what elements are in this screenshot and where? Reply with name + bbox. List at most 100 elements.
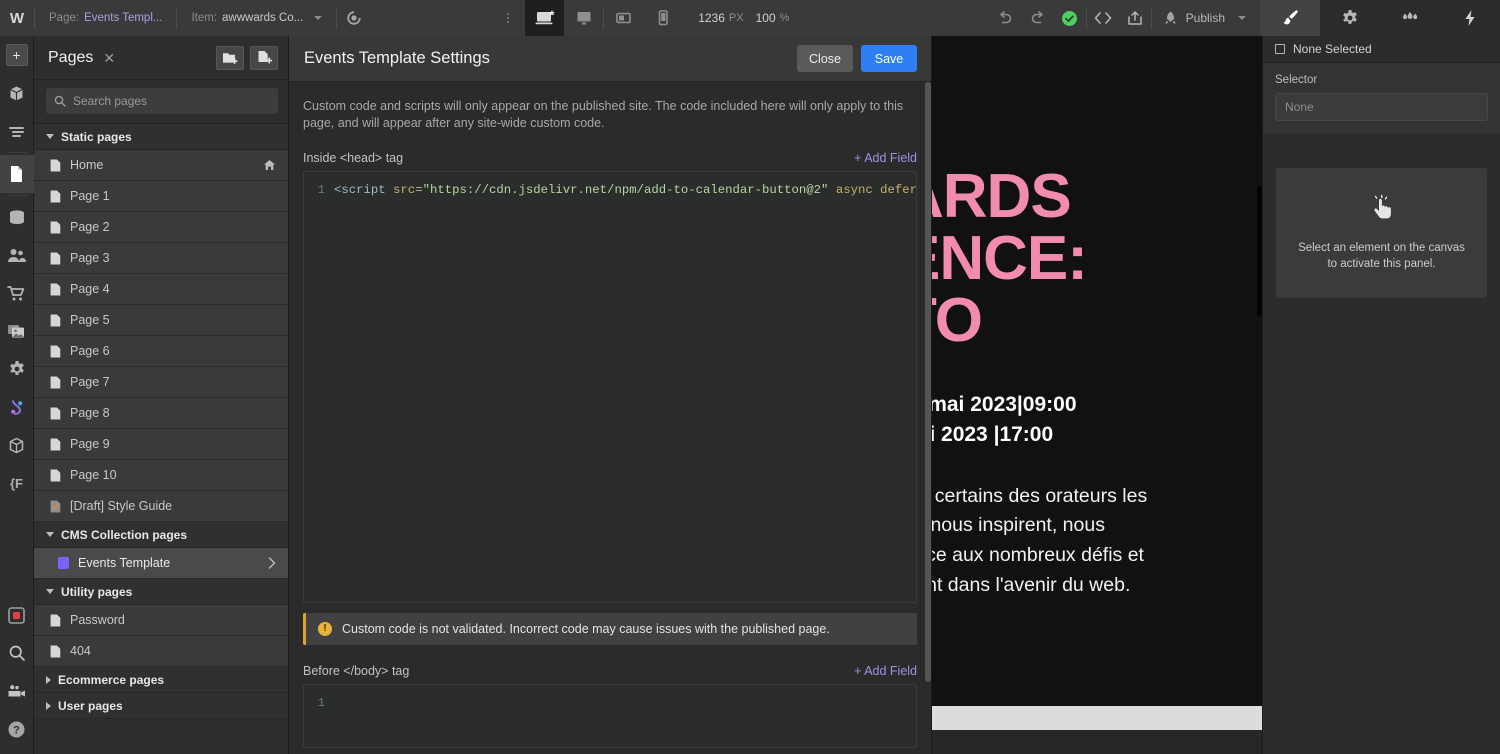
page-item-label: Page 2: [70, 220, 110, 234]
pages-button[interactable]: [0, 155, 34, 193]
saved-check-icon: [1062, 10, 1078, 26]
tablet-breakpoint[interactable]: [604, 0, 643, 36]
style-panel-tab[interactable]: [1260, 0, 1320, 36]
cms-button[interactable]: [0, 198, 34, 236]
chevron-right-icon[interactable]: [268, 557, 276, 569]
video-tutorial-button[interactable]: [0, 672, 34, 710]
page-selector[interactable]: Page: Events Templ...: [35, 0, 176, 36]
users-button[interactable]: [0, 236, 34, 274]
variables-button[interactable]: {F: [0, 464, 34, 502]
pages-list[interactable]: Static pages Home Page 1 Page 2 Page 3 P…: [34, 124, 288, 754]
water-drops-icon: [1403, 12, 1418, 20]
selection-status-bar[interactable]: None Selected: [1263, 36, 1500, 63]
save-status-indicator[interactable]: [1054, 0, 1086, 36]
page-item-page-2[interactable]: Page 2: [34, 212, 288, 243]
page-icon: [50, 614, 61, 626]
modal-scrollbar[interactable]: [925, 82, 931, 754]
pages-group-label: Ecommerce pages: [58, 672, 165, 687]
pages-group-static[interactable]: Static pages: [34, 124, 288, 150]
pages-group-ecommerce[interactable]: Ecommerce pages: [34, 667, 288, 693]
share-export-icon: [1127, 11, 1142, 25]
code-content[interactable]: <script src="https://cdn.jsdelivr.net/np…: [334, 180, 916, 200]
viewport-zoom-readout[interactable]: 1236 PX 100 %: [682, 0, 805, 36]
settings-panel-tab[interactable]: [1320, 0, 1380, 36]
webflow-logo[interactable]: W: [0, 0, 34, 36]
close-button[interactable]: Close: [797, 45, 853, 72]
hero-section: ARDS ENCE: TO 03 mai 2023|09:00 mai 2023…: [899, 166, 1262, 600]
body-code-editor[interactable]: 1: [303, 683, 917, 748]
item-selector[interactable]: Item: awwwards Co...: [177, 0, 336, 36]
page-selector-label: Page:: [49, 12, 80, 24]
share-button[interactable]: [1119, 0, 1151, 36]
page-item-404[interactable]: 404: [34, 636, 288, 667]
audit-button[interactable]: [0, 388, 34, 426]
desktop-star-icon: [535, 10, 555, 25]
mobile-icon: [658, 10, 668, 26]
search-box[interactable]: [46, 88, 278, 114]
search-button[interactable]: [0, 634, 34, 672]
page-item-page-3[interactable]: Page 3: [34, 243, 288, 274]
page-item-page-1[interactable]: Page 1: [34, 181, 288, 212]
new-folder-button[interactable]: [216, 45, 244, 70]
new-page-button[interactable]: [250, 45, 278, 70]
desktop-large-breakpoint[interactable]: [525, 0, 565, 36]
chevron-down-icon: [314, 16, 323, 20]
page-item-home[interactable]: Home: [34, 150, 288, 181]
page-item-events-template[interactable]: Events Template: [34, 548, 288, 579]
page-item-page-6[interactable]: Page 6: [34, 336, 288, 367]
page-icon: [50, 407, 61, 419]
selector-input[interactable]: None: [1275, 93, 1488, 121]
desktop-breakpoint[interactable]: [564, 0, 603, 36]
selection-status-label: None Selected: [1293, 42, 1372, 56]
chevron-right-icon: [46, 675, 51, 684]
navigator-button[interactable]: [0, 112, 34, 150]
ecommerce-button[interactable]: [0, 274, 34, 312]
effects-panel-tab[interactable]: [1440, 0, 1500, 36]
add-field-body-button[interactable]: + Add Field: [854, 664, 917, 678]
rocket-icon: [1164, 11, 1176, 24]
search-input[interactable]: [73, 94, 270, 108]
pages-group-utility[interactable]: Utility pages: [34, 579, 288, 605]
redo-button[interactable]: [1022, 0, 1054, 36]
code-export-button[interactable]: [1087, 0, 1119, 36]
publish-button[interactable]: Publish: [1152, 0, 1260, 36]
page-icon: [50, 159, 61, 171]
add-field-head-button[interactable]: + Add Field: [854, 151, 917, 165]
settings-button[interactable]: [0, 350, 34, 388]
modal-scrollbar-thumb[interactable]: [925, 82, 931, 682]
more-options-button[interactable]: [491, 0, 525, 36]
pages-group-cms[interactable]: CMS Collection pages: [34, 522, 288, 548]
page-item-draft-style-guide[interactable]: [Draft] Style Guide: [34, 491, 288, 522]
save-button[interactable]: Save: [861, 45, 917, 72]
components-button[interactable]: [0, 74, 34, 112]
add-elements-button[interactable]: +: [0, 36, 34, 74]
close-panel-button[interactable]: ✕: [103, 51, 115, 65]
shopping-cart-icon: [7, 285, 25, 300]
pages-group-user[interactable]: User pages: [34, 693, 288, 719]
undo-button[interactable]: [990, 0, 1022, 36]
preview-toggle-button[interactable]: [337, 0, 371, 36]
plus-icon: +: [5, 44, 28, 66]
video-camera-icon: [8, 685, 25, 697]
mobile-breakpoint[interactable]: [643, 0, 682, 36]
page-item-page-8[interactable]: Page 8: [34, 398, 288, 429]
head-code-editor[interactable]: 1 <script src="https://cdn.jsdelivr.net/…: [303, 170, 917, 603]
hero-heading: ARDS ENCE: TO: [899, 162, 1088, 355]
page-item-label: Page 5: [70, 313, 110, 327]
page-item-page-5[interactable]: Page 5: [34, 305, 288, 336]
page-item-page-10[interactable]: Page 10: [34, 460, 288, 491]
page-item-label: Page 9: [70, 437, 110, 451]
apps-button[interactable]: [0, 426, 34, 464]
selection-checkbox-icon: [1275, 44, 1285, 54]
page-item-password[interactable]: Password: [34, 605, 288, 636]
video-record-button[interactable]: [0, 596, 34, 634]
assets-button[interactable]: [0, 312, 34, 350]
page-item-page-9[interactable]: Page 9: [34, 429, 288, 460]
help-button[interactable]: ?: [0, 710, 34, 748]
page-item-page-7[interactable]: Page 7: [34, 367, 288, 398]
gear-icon: [9, 361, 24, 375]
draft-page-icon: [50, 500, 61, 512]
interactions-panel-tab[interactable]: [1380, 0, 1440, 36]
kebab-menu-icon: [507, 13, 510, 15]
page-item-page-4[interactable]: Page 4: [34, 274, 288, 305]
